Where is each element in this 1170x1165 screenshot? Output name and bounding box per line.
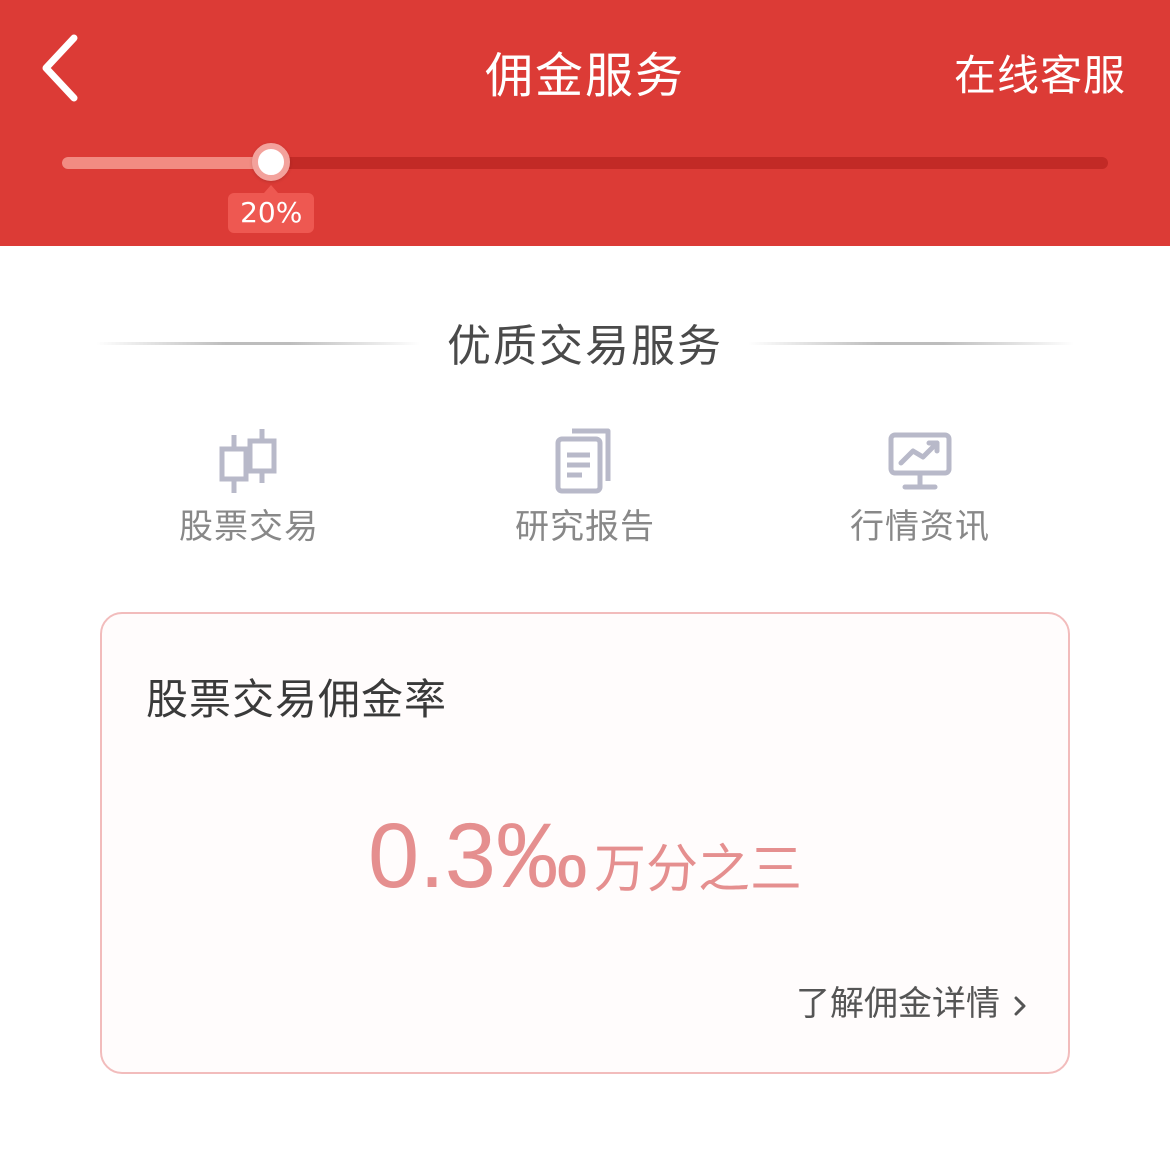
rate-value: 0.3‰ [368, 805, 588, 907]
commission-slider[interactable]: 20% [62, 140, 1108, 233]
heading-divider-right [748, 342, 1074, 345]
card-title: 股票交易佣金率 [146, 675, 448, 724]
feature-label: 研究报告 [515, 507, 655, 547]
commission-rate-card: 股票交易佣金率 0.3‰ 万分之三 了解佣金详情 [100, 612, 1070, 1074]
top-bar: 佣金服务 在线客服 20% [0, 0, 1170, 246]
feature-stock-trading[interactable]: 股票交易 [139, 425, 359, 548]
feature-label: 行情资讯 [850, 507, 990, 547]
commission-rate: 0.3‰ 万分之三 [102, 804, 1068, 909]
feature-label: 股票交易 [179, 507, 319, 547]
slider-thumb[interactable] [252, 143, 291, 181]
feature-market-news[interactable]: 行情资讯 [810, 425, 1030, 548]
feature-research-reports[interactable]: 研究报告 [475, 425, 695, 548]
slider-fill [62, 157, 272, 169]
online-service-link[interactable]: 在线客服 [954, 42, 1126, 103]
rate-description: 万分之三 [593, 840, 802, 900]
monitor-chart-icon [888, 432, 952, 490]
detail-link-label: 了解佣金详情 [796, 984, 1000, 1024]
chevron-right-icon [1014, 996, 1026, 1015]
slider-value-tooltip: 20% [228, 185, 315, 233]
document-icon [555, 428, 611, 494]
candlestick-icon [219, 429, 277, 493]
commission-details-link[interactable]: 了解佣金详情 [796, 976, 1030, 1025]
